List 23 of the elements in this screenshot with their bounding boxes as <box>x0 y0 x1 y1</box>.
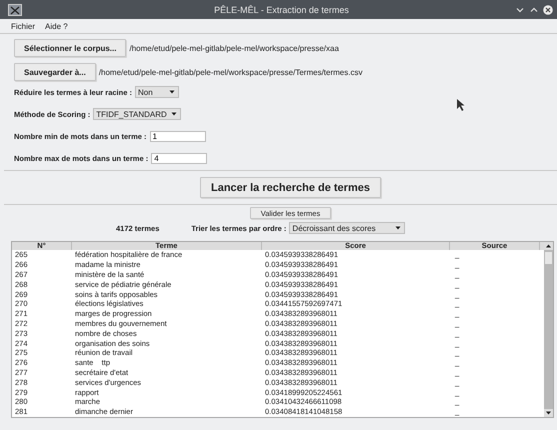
save-path: /home/etud/pele-mel-gitlab/pele-mel/workspace/presse/Termes/termes.csv <box>98 68 362 76</box>
menu-item[interactable]: Fichier <box>11 22 36 30</box>
mouse-pointer-icon <box>456 98 466 112</box>
scroll-down-icon[interactable] <box>544 409 553 417</box>
dropdown[interactable]: TFIDF_STANDARD <box>93 108 181 120</box>
window-title: PÊLE-MÊL - Extraction de termes <box>213 4 350 14</box>
corpus-path: /home/etud/pele-mel-gitlab/pele-mel/workspace/presse/xaa <box>129 44 339 52</box>
scrollbar[interactable] <box>544 242 553 417</box>
scroll-up-icon[interactable] <box>544 242 553 250</box>
caret-icon <box>394 225 402 231</box>
input-field[interactable]: 1 <box>150 130 206 142</box>
caret-icon <box>170 111 178 117</box>
input-field[interactable]: 4 <box>151 152 208 164</box>
menu-item[interactable]: Aide ? <box>45 22 68 30</box>
search-button[interactable]: Lancer la recherche de termes <box>200 177 381 198</box>
app-icon <box>8 4 22 16</box>
caret-icon <box>168 89 176 95</box>
save-as-button[interactable]: Sauvegarder à... <box>14 63 96 81</box>
close-icon[interactable] <box>543 4 553 14</box>
select-corpus-button[interactable]: Sélectionner le corpus... <box>14 39 126 57</box>
scroll-thumb[interactable] <box>545 252 552 264</box>
sort-dropdown[interactable]: Décroissant des scores <box>289 222 406 234</box>
dropdown[interactable]: Non <box>134 86 179 98</box>
